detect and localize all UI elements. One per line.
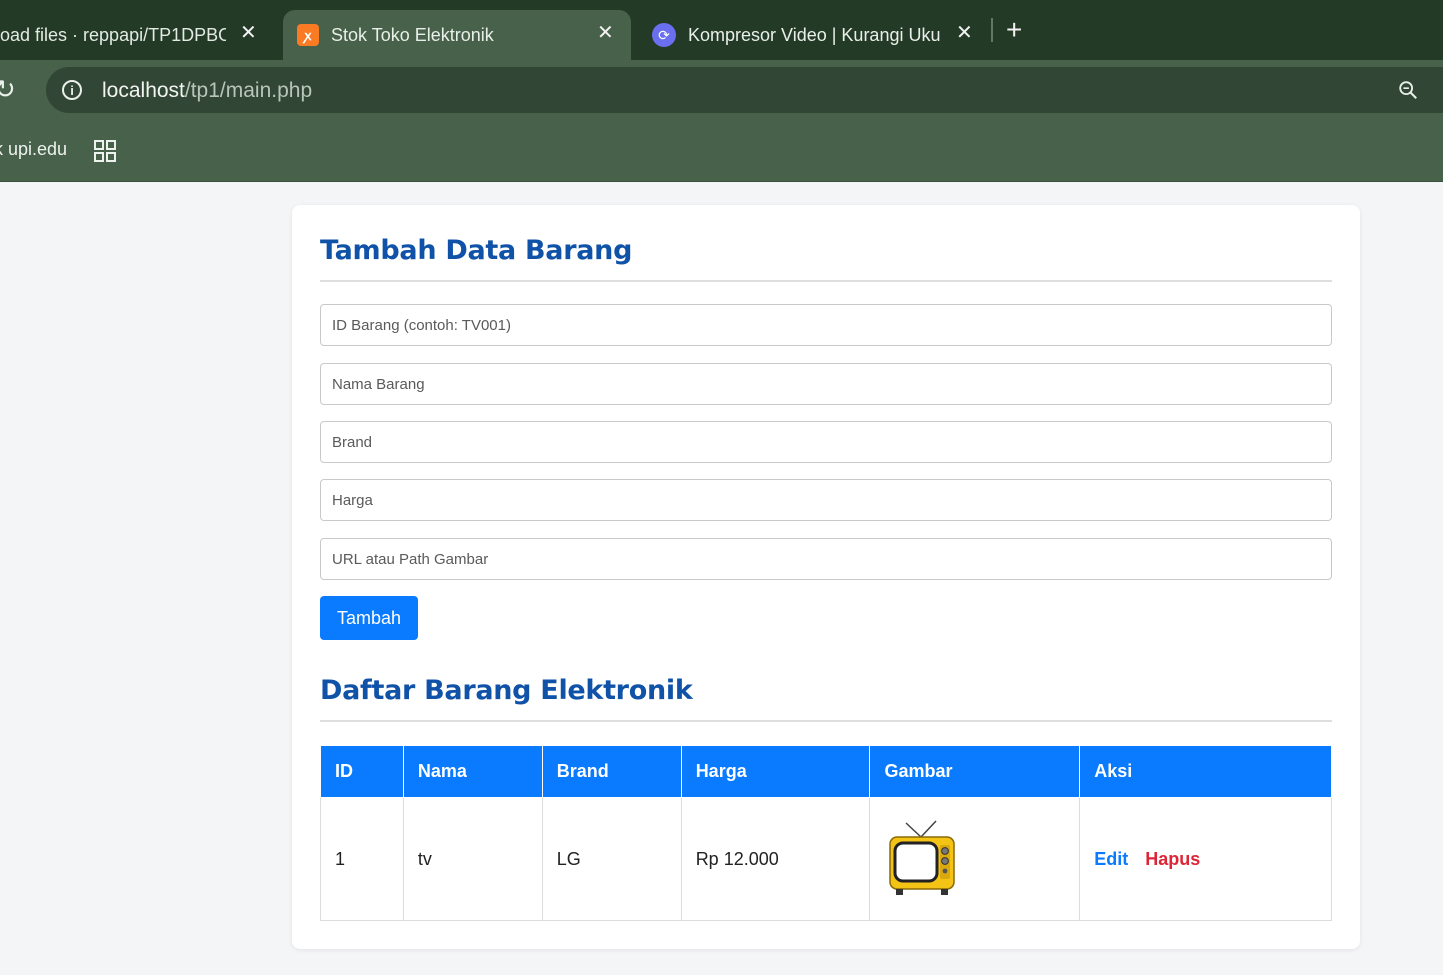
col-id: ID (320, 745, 404, 798)
cell-harga: Rp 12.000 (680, 797, 871, 921)
hapus-link[interactable]: Hapus (1145, 849, 1200, 869)
form-title: Tambah Data Barang (320, 235, 633, 266)
cell-id: 1 (320, 797, 404, 921)
tab-kompresor[interactable]: ⟳ Kompresor Video | Kurangi Ukuran ✕ (652, 10, 982, 60)
reload-icon[interactable]: ↻ (0, 74, 16, 105)
table-header-row: ID Nama Brand Harga Gambar Aksi (320, 745, 1332, 798)
cell-nama: tv (402, 797, 543, 921)
items-table: ID Nama Brand Harga Gambar Aksi 1 tv LG … (320, 745, 1332, 921)
close-tab-icon[interactable]: ✕ (956, 20, 973, 45)
tab-title: oad files · reppapi/TP1DPBO (0, 24, 226, 45)
gambar-url-input[interactable] (320, 538, 1332, 580)
tambah-button[interactable]: Tambah (320, 596, 418, 640)
tv-image (889, 820, 956, 895)
close-tab-icon[interactable]: ✕ (240, 20, 257, 45)
col-harga: Harga (680, 745, 871, 798)
content-card: Tambah Data Barang Tambah Daftar Barang … (292, 205, 1360, 949)
id-barang-input[interactable] (320, 304, 1332, 346)
browser-toolbar: ↻ i localhost/tp1/main.php (0, 60, 1443, 122)
brand-input[interactable] (320, 421, 1332, 463)
tab-strip: oad files · reppapi/TP1DPBO ✕ ꭗ Stok Tok… (0, 0, 1443, 60)
col-nama: Nama (402, 745, 543, 798)
tab-separator (991, 18, 993, 42)
zoom-icon[interactable] (1397, 79, 1419, 101)
address-bar[interactable]: i localhost/tp1/main.php (46, 67, 1443, 113)
bookmark-upi[interactable]: k upi.edu (0, 139, 67, 160)
tab-github[interactable]: oad files · reppapi/TP1DPBO ✕ (0, 10, 282, 60)
col-aksi: Aksi (1079, 745, 1332, 798)
table-row: 1 tv LG Rp 12.000 Edit Hapus (320, 797, 1332, 921)
compress-icon: ⟳ (652, 23, 676, 47)
site-info-icon[interactable]: i (62, 80, 82, 100)
url-text[interactable]: localhost/tp1/main.php (102, 79, 312, 103)
divider (320, 280, 1332, 282)
tab-title: Stok Toko Elektronik (331, 24, 494, 45)
cell-brand: LG (541, 797, 682, 921)
xampp-icon: ꭗ (297, 24, 319, 46)
cell-gambar (869, 797, 1081, 921)
apps-grid-icon[interactable] (94, 140, 116, 162)
cell-aksi: Edit Hapus (1079, 797, 1332, 921)
bookmarks-bar: k upi.edu (0, 122, 1443, 182)
col-brand: Brand (541, 745, 682, 798)
url-host: localhost (102, 79, 185, 102)
tab-title: Kompresor Video | Kurangi Ukuran (688, 24, 940, 45)
nama-barang-input[interactable] (320, 363, 1332, 405)
new-tab-button[interactable]: + (1006, 14, 1022, 46)
close-tab-icon[interactable]: ✕ (597, 20, 614, 45)
edit-link[interactable]: Edit (1094, 849, 1128, 869)
list-title: Daftar Barang Elektronik (320, 675, 693, 706)
col-gambar: Gambar (869, 745, 1081, 798)
tab-stok-toko[interactable]: ꭗ Stok Toko Elektronik ✕ (283, 10, 631, 60)
divider (320, 720, 1332, 722)
harga-input[interactable] (320, 479, 1332, 521)
url-path: /tp1/main.php (184, 79, 313, 102)
